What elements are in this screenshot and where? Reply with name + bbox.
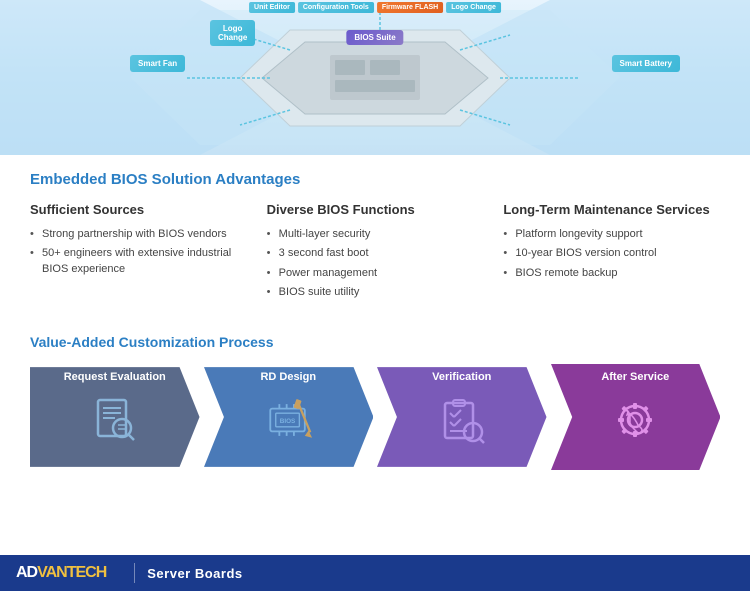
- bullet-partnership: Strong partnership with BIOS vendors: [30, 227, 247, 242]
- section-title: Embedded BIOS Solution Advantages: [30, 171, 720, 188]
- bullet-engineers: 50+ engineers with extensive industrial …: [30, 246, 247, 277]
- sufficient-sources-title: Sufficient Sources: [30, 202, 247, 219]
- footer-logo: ADVANTECH: [0, 564, 122, 582]
- footer: ADVANTECH Server Boards: [0, 555, 750, 591]
- rd-icon: BIOS: [261, 393, 316, 448]
- bios-suite-box: BIOS Suite: [346, 30, 403, 45]
- longterm-title: Long-Term Maintenance Services: [503, 202, 720, 219]
- logo-van: VANTECH: [37, 564, 106, 581]
- step-after: After Service: [551, 362, 721, 472]
- config-tools-tag: Configuration Tools: [298, 2, 374, 13]
- bullet-utility: BIOS suite utility: [267, 285, 484, 300]
- firmware-flash-tag: Firmware FLASH: [377, 2, 443, 13]
- step-verify-label: Verification: [426, 366, 497, 386]
- logo-ad: AD: [16, 564, 37, 581]
- bullet-security: Multi-layer security: [267, 227, 484, 242]
- step-verify: Verification: [377, 362, 547, 472]
- after-icon: [608, 393, 663, 448]
- step-rd: RD Design BIOS: [204, 362, 374, 472]
- footer-tagline: Server Boards: [147, 566, 242, 581]
- diverse-bios-list: Multi-layer security 3 second fast boot …: [267, 227, 484, 301]
- diverse-bios-col: Diverse BIOS Functions Multi-layer secur…: [267, 202, 504, 304]
- footer-divider: [134, 563, 135, 583]
- step-after-label: After Service: [595, 366, 675, 386]
- step-request: Request Evaluation: [30, 362, 200, 472]
- bullet-fastboot: 3 second fast boot: [267, 246, 484, 261]
- main-content: Embedded BIOS Solution Advantages Suffic…: [0, 155, 750, 334]
- unit-editor-tag: Unit Editor: [249, 2, 295, 13]
- verify-icon: [434, 393, 489, 448]
- step-request-label: Request Evaluation: [58, 366, 172, 386]
- bullet-remote-backup: BIOS remote backup: [503, 266, 720, 281]
- sufficient-sources-list: Strong partnership with BIOS vendors 50+…: [30, 227, 247, 277]
- smart-fan-label: Smart Fan: [130, 55, 185, 72]
- step-rd-label: RD Design: [254, 366, 322, 386]
- process-steps: Request Evaluation: [30, 362, 720, 472]
- request-icon: [87, 393, 142, 448]
- bullet-version-control: 10-year BIOS version control: [503, 246, 720, 261]
- svg-text:BIOS: BIOS: [280, 418, 296, 425]
- logo-change-label: LogoChange: [210, 20, 255, 46]
- longterm-list: Platform longevity support 10-year BIOS …: [503, 227, 720, 281]
- logo-change-tag: Logo Change: [446, 2, 501, 13]
- bullet-power: Power management: [267, 266, 484, 281]
- smart-battery-label: Smart Battery: [612, 55, 680, 72]
- top-diagram-section: Unit Editor Configuration Tools Firmware…: [0, 0, 750, 155]
- sufficient-sources-col: Sufficient Sources Strong partnership wi…: [30, 202, 267, 304]
- bullet-longevity: Platform longevity support: [503, 227, 720, 242]
- process-title: Value-Added Customization Process: [30, 334, 720, 350]
- advantages-grid: Sufficient Sources Strong partnership wi…: [30, 202, 720, 304]
- diverse-bios-title: Diverse BIOS Functions: [267, 202, 484, 219]
- longterm-col: Long-Term Maintenance Services Platform …: [503, 202, 720, 304]
- process-section: Value-Added Customization Process Reques…: [0, 334, 750, 472]
